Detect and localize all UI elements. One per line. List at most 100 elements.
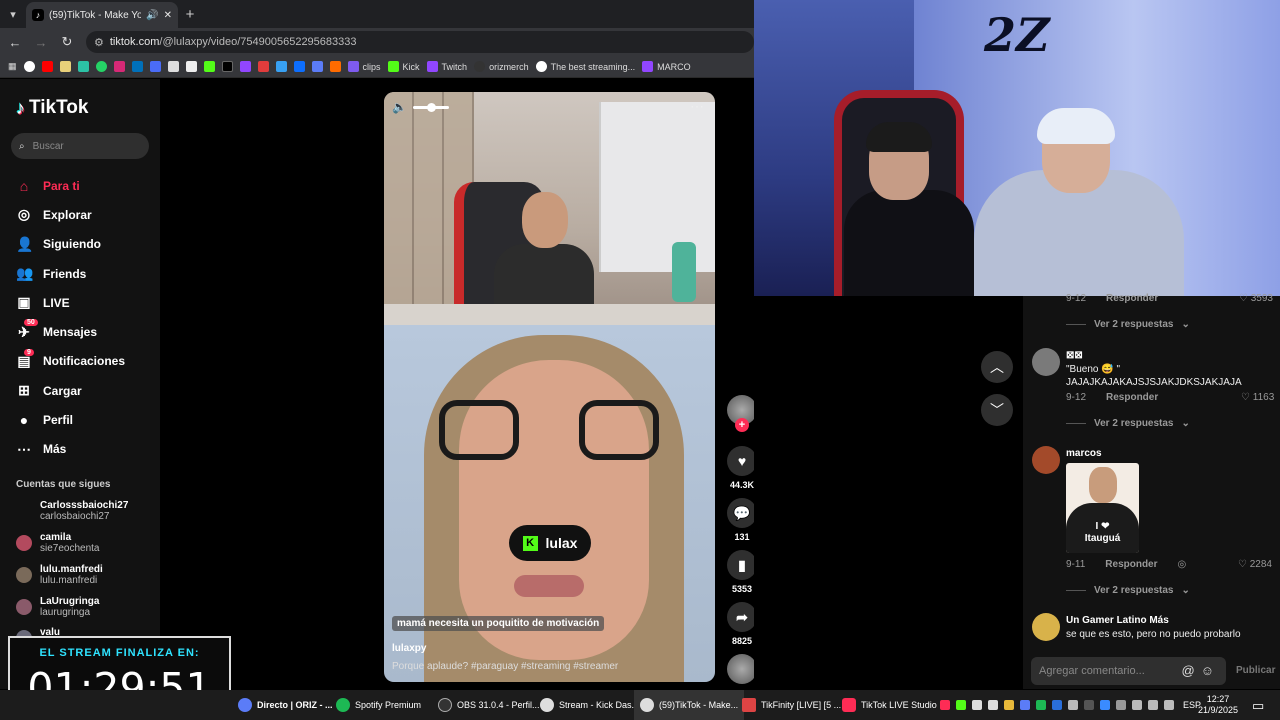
tray-app-icon[interactable] <box>988 700 998 710</box>
next-video-button[interactable]: ﹀ <box>981 394 1013 426</box>
menu-item-mensajes[interactable]: ✈ 50 Mensajes <box>16 317 156 346</box>
menu-item-friends[interactable]: 👥 Friends <box>16 259 156 288</box>
avatar[interactable] <box>1032 613 1060 641</box>
gmail-bookmark-icon[interactable] <box>185 61 197 72</box>
notification-center-icon[interactable]: ▭ <box>1252 698 1264 714</box>
bookmark-icon[interactable] <box>203 61 215 72</box>
audio-icon[interactable]: 🔊 <box>146 10 158 21</box>
microphone-icon[interactable] <box>1148 700 1158 710</box>
whatsapp-bookmark-icon[interactable] <box>95 61 107 72</box>
bookmark-icon[interactable] <box>167 61 179 72</box>
volume-control[interactable]: 🔈 <box>392 100 449 114</box>
taskbar-app[interactable]: TikTok LIVE Studio <box>836 690 943 720</box>
menu-item-siguiendo[interactable]: 👤 Siguiendo <box>16 230 156 259</box>
tray-app-icon[interactable] <box>1004 700 1014 710</box>
follow-plus-icon[interactable]: + <box>735 418 749 432</box>
taskbar-app[interactable]: Stream - Kick Das... <box>534 690 645 720</box>
avatar[interactable] <box>1032 348 1060 376</box>
menu-item-cargar[interactable]: ⊞ Cargar <box>16 376 156 405</box>
publish-button[interactable]: Publicar <box>1236 665 1275 676</box>
emoji-icon[interactable]: ☺ <box>1201 663 1220 678</box>
bookmark-clips[interactable]: clips <box>347 61 381 72</box>
bookmark-icon[interactable] <box>239 61 251 72</box>
tray-app-icon[interactable] <box>1084 700 1094 710</box>
apps-icon[interactable]: ▦ <box>8 61 17 72</box>
menu-item-perfil[interactable]: ● Perfil <box>16 405 156 434</box>
comment-likes[interactable]: ♡ 3593 <box>1239 293 1273 304</box>
tray-app-icon[interactable] <box>1052 700 1062 710</box>
bookmark-marco[interactable]: MARCO <box>642 61 691 72</box>
back-icon[interactable]: ← <box>8 35 22 50</box>
menu-item-live[interactable]: ▣ LIVE <box>16 288 156 317</box>
video-player[interactable]: 🔈 ⋯ K lulax mamá necesita un poquitito d… <box>384 92 715 682</box>
comment-author[interactable]: marcos <box>1066 448 1102 459</box>
video-more-icon[interactable]: ⋯ <box>690 98 705 115</box>
comment-author[interactable]: Un Gamer Latino Más <box>1066 615 1169 626</box>
reply-button[interactable]: Responder <box>1106 392 1158 403</box>
reload-icon[interactable]: ↻ <box>60 34 74 50</box>
followed-account[interactable]: Carlosssbaiochi27 carlosbaiochi27 <box>16 500 128 522</box>
reply-button[interactable]: Responder <box>1106 293 1158 304</box>
clock[interactable]: 12:27 21/9/2025 <box>1198 694 1238 716</box>
taskbar-app[interactable]: TikFinity [LIVE] [5 ... <box>736 690 847 720</box>
comment-input[interactable]: Agregar comentario... @☺ <box>1031 657 1226 685</box>
reply-button[interactable]: Responder <box>1105 559 1157 570</box>
bookmark-icon[interactable] <box>149 61 161 72</box>
youtube-bookmark-icon[interactable] <box>41 61 53 72</box>
tray-app-icon[interactable] <box>940 700 950 710</box>
new-tab-button[interactable]: + <box>178 6 202 23</box>
tiktok-bookmark-icon[interactable] <box>221 61 233 72</box>
comment-likes[interactable]: ♡ 1163 <box>1241 392 1274 403</box>
network-icon[interactable] <box>1132 700 1142 710</box>
taskbar-app[interactable]: (59)TikTok - Make... <box>634 690 745 720</box>
speaker-icon[interactable] <box>1164 700 1174 710</box>
followed-account[interactable]: lulu.manfredi lulu.manfredi <box>16 564 103 586</box>
followed-account[interactable]: camila sie7eochenta <box>16 532 100 554</box>
tray-app-icon[interactable] <box>1116 700 1126 710</box>
url-field[interactable]: ⚙ tiktok.com/@lulaxpy/video/754900565229… <box>86 31 754 53</box>
instagram-bookmark-icon[interactable] <box>113 61 125 72</box>
tray-app-icon[interactable] <box>1068 700 1078 710</box>
volume-slider[interactable] <box>412 102 449 112</box>
view-replies-button[interactable]: Ver 2 respuestas ⌄ <box>1066 585 1190 596</box>
comment-likes[interactable]: ♡ 2284 <box>1238 559 1272 570</box>
tiktok-logo[interactable]: ♪ TikTok <box>16 97 88 119</box>
taskbar-app[interactable]: OBS 31.0.4 - Perfil... <box>432 690 546 720</box>
bookmark-icon[interactable] <box>77 61 89 72</box>
tray-app-icon[interactable] <box>1036 700 1046 710</box>
comment-author[interactable]: ⊠⊠ <box>1066 350 1083 361</box>
taskbar-app[interactable]: Directo | ORIZ - ... <box>232 690 339 720</box>
menu-item-notificaciones[interactable]: ▤ 9 Notificaciones <box>16 347 156 376</box>
followed-account[interactable]: LaUrugringa laurugringa <box>16 596 99 618</box>
bookmark-icon[interactable] <box>311 61 323 72</box>
paypal-bookmark-icon[interactable] <box>131 61 143 72</box>
close-tab-icon[interactable]: ✕ <box>164 10 172 21</box>
video-username[interactable]: lulaxpy <box>392 643 426 654</box>
bookmark-icon[interactable] <box>275 61 287 72</box>
menu-item-explorar[interactable]: ◎ Explorar <box>16 200 156 229</box>
tray-app-icon[interactable] <box>956 700 966 710</box>
site-info-icon[interactable]: ⚙ <box>94 36 104 49</box>
tray-app-icon[interactable] <box>972 700 982 710</box>
view-replies-button[interactable]: Ver 2 respuestas ⌄ <box>1066 418 1190 429</box>
menu-item-mas[interactable]: ⋯ Más <box>16 435 156 464</box>
bookmark-streaming[interactable]: The best streaming... <box>535 61 635 72</box>
outlook-bookmark-icon[interactable] <box>293 61 305 72</box>
forward-icon[interactable]: → <box>34 35 48 50</box>
google-bookmark-icon[interactable] <box>23 61 35 72</box>
bookmark-kick[interactable]: Kick <box>387 61 420 72</box>
search-input[interactable]: ⌕ Buscar <box>11 133 149 159</box>
avatar[interactable] <box>1032 446 1060 474</box>
tab-list-icon[interactable]: ▾ <box>0 0 26 28</box>
mention-icon[interactable]: @ <box>1182 663 1201 678</box>
menu-item-para-ti[interactable]: ⌂ Para ti <box>16 171 156 200</box>
view-replies-button[interactable]: Ver 2 respuestas ⌄ <box>1066 319 1190 330</box>
bookmark-twitch[interactable]: Twitch <box>426 61 467 72</box>
tray-app-icon[interactable] <box>1100 700 1110 710</box>
bookmark-icon[interactable] <box>257 61 269 72</box>
browser-tab[interactable]: ♪ (59)TikTok - Make Your Day 🔊 ✕ <box>26 2 178 28</box>
volume-icon[interactable]: 🔈 <box>392 100 407 114</box>
taskbar-app[interactable]: Spotify Premium <box>330 690 427 720</box>
tray-app-icon[interactable] <box>1020 700 1030 710</box>
bookmark-icon[interactable] <box>329 61 341 72</box>
